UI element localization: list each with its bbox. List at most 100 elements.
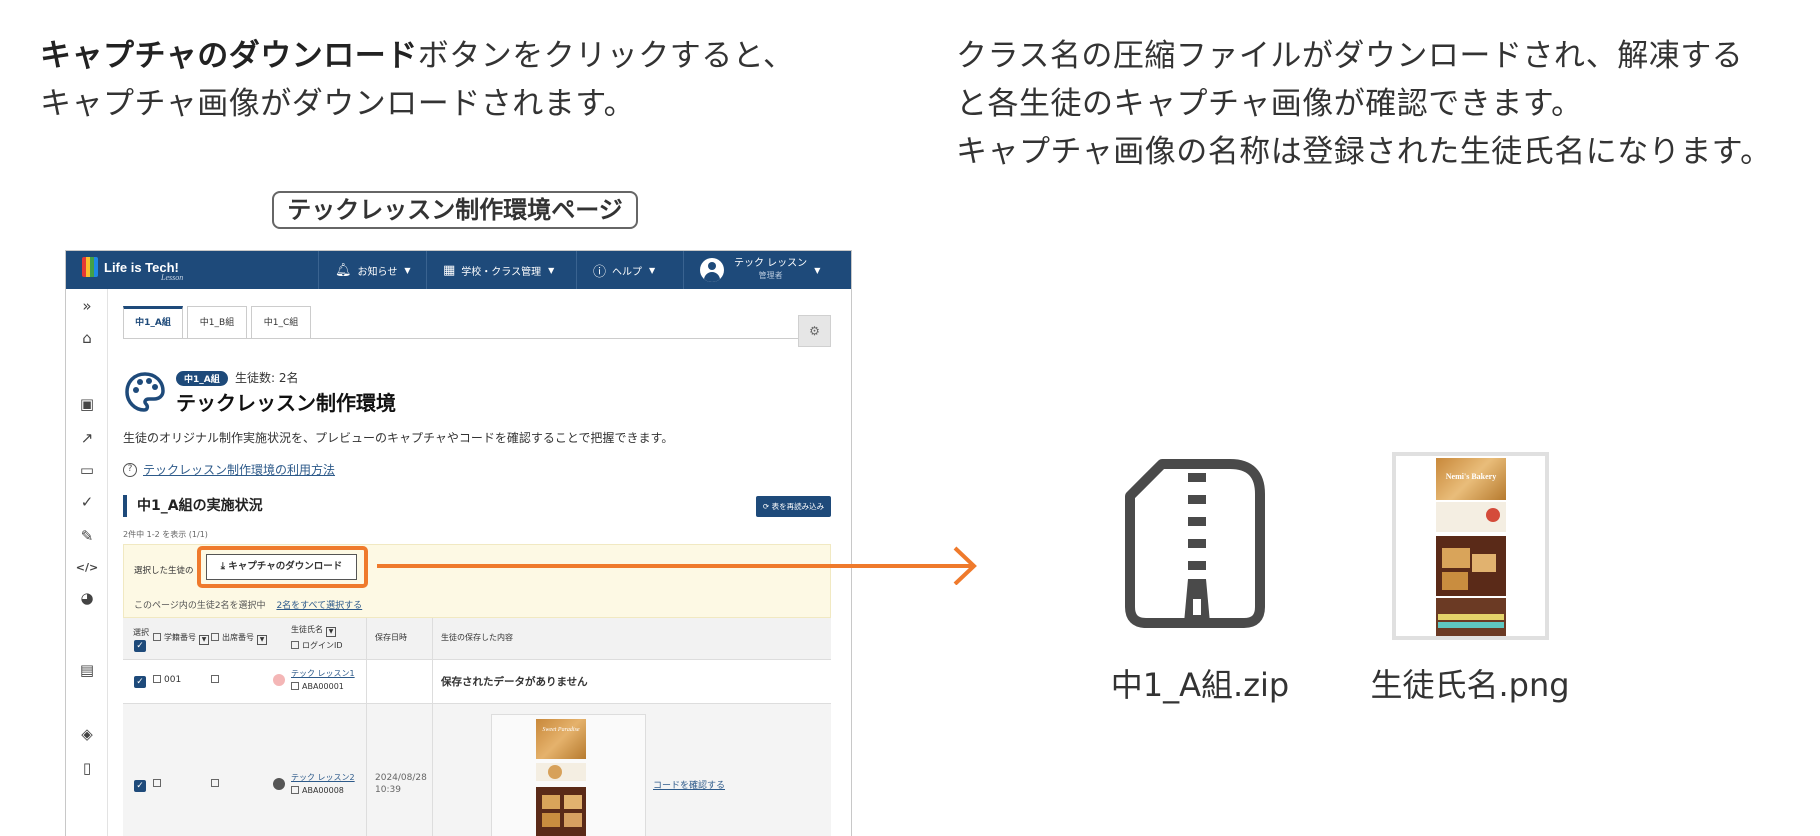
select-all-checkbox[interactable]: ✓ bbox=[134, 640, 146, 652]
saved-at: 2024/08/28 10:39 bbox=[375, 773, 427, 795]
png-file-name: 生徒氏名.png bbox=[1370, 666, 1570, 704]
table-row: ✓ テック レッスン2 ABA00008 2024/08/28 10:39 Sw… bbox=[123, 704, 831, 836]
nav-help-label: ヘルプ bbox=[612, 266, 643, 278]
caption-text: キャプチャ画像がダウンロードされます。 bbox=[40, 86, 636, 122]
nav-notice-label: お知らせ bbox=[357, 266, 398, 278]
class-badge: 中1_A組 bbox=[176, 371, 228, 386]
header-content: 生徒の保存した内容 bbox=[441, 633, 513, 642]
question-icon: ? bbox=[123, 462, 137, 477]
header-select: 選択 bbox=[133, 628, 149, 637]
top-navbar: Life is Tech! Lesson 🔔︎ お知らせ ▼ ▦ 学校・クラス管… bbox=[66, 251, 851, 289]
zip-file-name: 中1_A組.zip bbox=[1110, 666, 1290, 704]
table-row: ✓ 001 テック レッスン1 ABA00001 保存されたデータがありません bbox=[123, 660, 831, 704]
chart-icon[interactable]: ▤ bbox=[66, 661, 108, 679]
student-name-link[interactable]: テック レッスン1 bbox=[291, 668, 355, 679]
section-title: 中1_A組の実施状況 bbox=[123, 495, 263, 517]
zip-file-icon bbox=[1125, 459, 1265, 628]
nav-user[interactable]: テック レッスン 管理者 ▼ bbox=[683, 251, 851, 289]
page-title: テックレッスン制作環境 bbox=[176, 391, 396, 415]
trend-icon[interactable]: ↗ bbox=[66, 429, 108, 447]
tab-class-b[interactable]: 中1_B組 bbox=[187, 306, 247, 338]
arrow-icon bbox=[377, 546, 977, 585]
home-icon[interactable]: ⌂ bbox=[66, 329, 108, 347]
header-attendance-no[interactable]: 出席番号 ▼ bbox=[211, 632, 267, 645]
header-student-no[interactable]: 学籍番号 ▼ bbox=[153, 632, 209, 645]
chevron-down-icon: ▼ bbox=[404, 265, 411, 275]
document-icon[interactable]: ▯ bbox=[66, 759, 108, 777]
logo-mark-icon bbox=[82, 257, 98, 277]
terminal-icon[interactable]: ▣ bbox=[66, 395, 108, 413]
class-tabs: 中1_A組 中1_B組 中1_C組 bbox=[123, 306, 315, 338]
settings-button[interactable]: ⚙ bbox=[798, 315, 831, 347]
sidebar: » ⌂ ▣ ↗ ▭ ✓ ✎ </> ◕ ▤ ◈ ▯ bbox=[66, 289, 108, 836]
pagination-info: 2件中 1-2 を表示 (1/1) bbox=[123, 530, 208, 539]
user-avatar-icon bbox=[700, 258, 724, 282]
palette-icon[interactable]: ◕ bbox=[66, 589, 108, 607]
right-caption: クラス名の圧縮ファイルがダウンロードされ、解凍する と各生徒のキャプチャ画像が確… bbox=[956, 32, 1816, 176]
howto-link-row[interactable]: ? テックレッスン制作環境の利用方法 bbox=[123, 461, 335, 478]
gear-icon: ⚙ bbox=[809, 324, 820, 338]
user-role: 管理者 bbox=[758, 271, 783, 280]
capture-thumbnail[interactable]: Sweet Paradise bbox=[491, 714, 646, 836]
page-label: テックレッスン制作環境ページ bbox=[272, 191, 638, 229]
palette-icon bbox=[125, 372, 165, 412]
reload-table-button[interactable]: ⟳ 表を再読み込み bbox=[756, 496, 831, 517]
tab-class-c[interactable]: 中1_C組 bbox=[251, 306, 311, 338]
nav-help[interactable]: ⓘ ヘルプ ▼ bbox=[576, 251, 683, 289]
select-all-row: このページ内の生徒2名を選択中 2名をすべて選択する bbox=[134, 598, 362, 611]
chevron-down-icon: ▼ bbox=[548, 265, 555, 275]
tab-class-a[interactable]: 中1_A組 bbox=[123, 306, 183, 338]
student-avatar bbox=[273, 778, 285, 790]
shield-icon[interactable]: ◈ bbox=[66, 725, 108, 743]
expand-icon[interactable]: » bbox=[66, 297, 108, 315]
code-icon[interactable]: </> bbox=[66, 561, 108, 574]
thumb-title: Sweet Paradise bbox=[542, 727, 580, 733]
caption-text: キャプチャ画像の名称は登録された生徒氏名になります。 bbox=[956, 134, 1772, 170]
attendance-no bbox=[211, 675, 222, 685]
user-name: テック レッスン bbox=[734, 258, 808, 269]
selected-info: このページ内の生徒2名を選択中 bbox=[134, 601, 266, 611]
login-id: ABA00008 bbox=[291, 786, 344, 795]
check-code-link[interactable]: コードを確認する bbox=[653, 778, 725, 791]
student-name-link[interactable]: テック レッスン2 bbox=[291, 772, 355, 783]
presentation-icon[interactable]: ▭ bbox=[66, 461, 108, 479]
caption-text: ボタンをクリックすると、 bbox=[417, 38, 795, 74]
header-saved-at: 保存日時 bbox=[375, 633, 407, 642]
reload-label: 表を再読み込み bbox=[771, 502, 825, 511]
login-id: ABA00001 bbox=[291, 682, 344, 691]
caption-bold: キャプチャのダウンロード bbox=[40, 38, 418, 74]
chevron-down-icon: ▼ bbox=[649, 265, 656, 275]
bell-icon: 🔔︎ bbox=[335, 262, 352, 278]
no-data-text: 保存されたデータがありません bbox=[441, 676, 588, 688]
table-header: 選択 ✓ 学籍番号 ▼ 出席番号 ▼ 生徒氏名 ▼ ログインID 保存日時 生徒の保存… bbox=[123, 618, 831, 660]
tabs-divider bbox=[123, 338, 813, 339]
row-checkbox[interactable]: ✓ bbox=[134, 780, 146, 792]
header-login-id: ログインID bbox=[291, 640, 343, 651]
png-thumb-title: Nemi's Bakery bbox=[1445, 472, 1497, 481]
check-circle-icon[interactable]: ✓ bbox=[66, 493, 108, 511]
howto-link[interactable]: テックレッスン制作環境の利用方法 bbox=[143, 461, 335, 478]
student-avatar bbox=[273, 674, 285, 686]
row-checkbox[interactable]: ✓ bbox=[134, 676, 146, 688]
app-screenshot: Life is Tech! Lesson 🔔︎ お知らせ ▼ ▦ 学校・クラス管… bbox=[65, 250, 852, 836]
caption-text: と各生徒のキャプチャ画像が確認できます。 bbox=[956, 86, 1583, 122]
nav-school-label: 学校・クラス管理 bbox=[461, 266, 542, 278]
help-icon: ⓘ bbox=[593, 264, 607, 280]
student-no bbox=[153, 779, 164, 789]
caption-text: クラス名の圧縮ファイルがダウンロードされ、解凍する bbox=[956, 38, 1744, 74]
student-count: 生徒数: 2名 bbox=[235, 371, 299, 385]
png-thumbnail: Nemi's Bakery bbox=[1392, 452, 1549, 640]
download-highlight bbox=[197, 546, 368, 588]
nav-notice[interactable]: 🔔︎ お知らせ ▼ bbox=[318, 251, 426, 289]
page-description: 生徒のオリジナル制作実施状況を、プレビューのキャプチャやコードを確認することで把… bbox=[123, 431, 674, 445]
nav-school[interactable]: ▦ 学校・クラス管理 ▼ bbox=[426, 251, 576, 289]
header-name[interactable]: 生徒氏名 ▼ bbox=[291, 624, 336, 637]
select-all-link[interactable]: 2名をすべて選択する bbox=[276, 601, 362, 611]
student-no: 001 bbox=[153, 675, 181, 685]
selected-label: 選択した生徒の bbox=[134, 566, 194, 576]
building-icon: ▦ bbox=[443, 262, 456, 278]
chevron-down-icon: ▼ bbox=[814, 265, 821, 275]
attendance-no bbox=[211, 779, 222, 789]
pencil-icon[interactable]: ✎ bbox=[66, 527, 108, 545]
left-caption: キャプチャのダウンロードボタンをクリックすると、 キャプチャ画像がダウンロードさ… bbox=[40, 32, 860, 128]
